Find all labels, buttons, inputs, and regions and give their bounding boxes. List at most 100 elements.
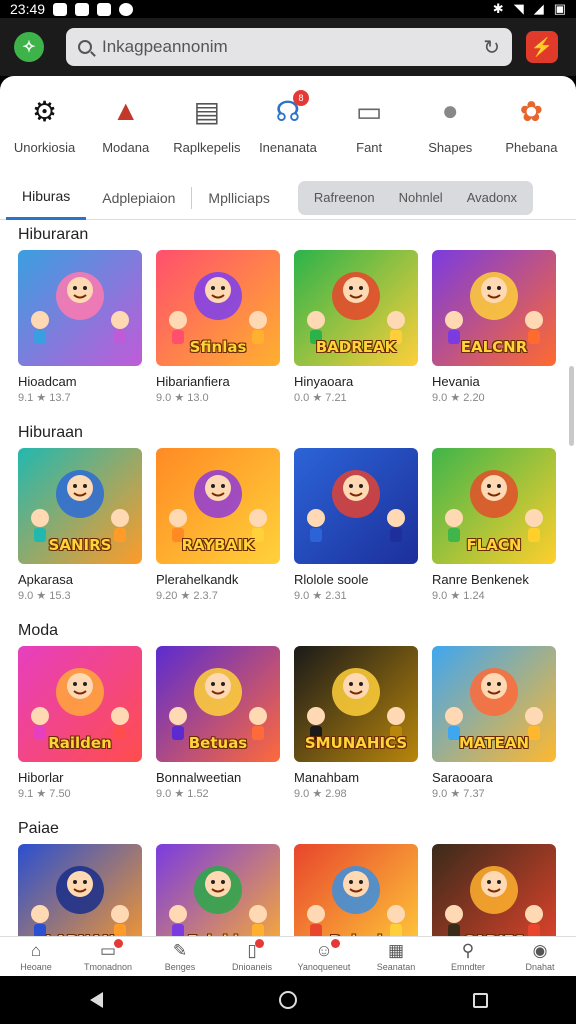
game-card[interactable]: Hioadcam 9.1 ★ 13.7 [18,250,142,404]
bottom-nav-item[interactable]: ◉ Dnahat [507,941,573,972]
game-rating: 0.0 ★ 7.21 [294,392,347,404]
bottom-nav-item[interactable]: ✎ Benges [147,941,213,972]
game-card[interactable]: SMUNAHICS Manahbam 9.0 ★ 2.98 [294,646,418,800]
game-thumbnail[interactable]: SANIRS [18,448,142,564]
back-icon [89,992,103,1008]
game-title: Rlolole soole [294,572,369,587]
game-thumbnail[interactable]: SMUNAHICS [294,646,418,762]
tab-primary-2[interactable]: Mplliciaps [192,176,285,220]
category-label: Phebana [505,140,558,155]
game-thumbnail[interactable] [294,448,418,564]
search-bar[interactable]: ↻ [66,28,512,66]
search-input[interactable] [102,37,484,57]
recents-icon [472,992,488,1008]
category-label: Raplkepelis [173,140,241,155]
game-rating: 9.0 ★ 2.98 [294,788,347,800]
game-title: Saraooara [432,770,493,785]
edit-icon: ✎ [172,941,188,960]
game-thumbnail[interactable]: BADREAK [294,250,418,366]
game-card[interactable]: LABNAN [18,844,142,936]
game-art [307,866,405,936]
category-item[interactable]: ▤ Raplkepelis [166,90,247,172]
game-card[interactable]: EALCNR Hevania 9.0 ★ 2.20 [432,250,556,404]
category-item[interactable]: ● Shapes [410,90,491,172]
category-label: Fant [356,140,383,155]
home-icon: ⌂ [30,941,42,960]
game-thumbnail[interactable]: Sfinlas [156,250,280,366]
game-art [169,866,267,936]
category-item[interactable]: ⚙ Unorkiosia [4,90,85,172]
game-thumbnail[interactable]: RAYBAIK [156,448,280,564]
tab-grouped-2[interactable]: Avadonx [455,181,529,215]
game-thumbnail[interactable]: Betuas [156,646,280,762]
game-thumbnail[interactable]: Railden [18,646,142,762]
headset-icon: ☊ 8 [267,90,309,132]
category-item[interactable]: ▲ Modana [85,90,166,172]
game-card[interactable]: Railden Hiborlar 9.1 ★ 7.50 [18,646,142,800]
game-card[interactable]: Rainal [294,844,418,936]
game-thumbnail[interactable] [18,250,142,366]
category-item[interactable]: ✿ Phebana [491,90,572,172]
recents-button[interactable] [460,980,500,1020]
game-logo-text: BADREAK [315,338,397,356]
category-item[interactable]: ☊ 8 Inenanata [247,90,328,172]
game-card[interactable]: BADREAK Hinyaoara 0.0 ★ 7.21 [294,250,418,404]
game-card[interactable]: Fainide [156,844,280,936]
section-title: Moda [18,622,59,639]
game-rating: 9.1 ★ 13.7 [18,392,71,404]
profile-icon: ◉ [532,941,548,960]
game-card[interactable]: RAYBAIK Plerahelkandk 9.20 ★ 2.3.7 [156,448,280,602]
game-sections: Hiburaran Hioadcam 9.1 ★ 13.7 Sfinlas Hibari… [0,220,576,936]
game-thumbnail[interactable]: MATEAN [432,646,556,762]
game-title: Bonnalweetian [156,770,242,785]
search-icon: ⚲ [461,941,475,960]
brand-menu-button[interactable]: ⚡ [526,31,558,63]
bottom-nav-item[interactable]: ☺ Yanoqueneut [291,939,357,972]
game-thumbnail[interactable]: Fainide [156,844,280,936]
game-thumbnail[interactable]: EALCNR [432,250,556,366]
mail-notification-icon [75,2,90,16]
tab-grouped-0[interactable]: Rafreenon [302,181,387,215]
game-thumbnail[interactable]: FLACN [432,448,556,564]
game-card[interactable]: CADIES [432,844,556,936]
game-logo-text: EALCNR [460,338,528,356]
game-card[interactable]: MATEAN Saraooara 9.0 ★ 7.37 [432,646,556,800]
reload-icon[interactable]: ↻ [483,35,500,60]
tab-group: Rafreenon Nohnlel Avadonx [297,180,534,215]
category-label: Modana [102,140,150,155]
inbox-icon: ▭ [100,939,124,961]
battery-icon: ▣ [553,1,566,16]
tab-primary-1[interactable]: Adplepiaion [86,176,191,220]
game-grid: Railden Hiborlar 9.1 ★ 7.50 Betuas Bonnalwee… [0,646,576,800]
game-thumbnail[interactable]: Rainal [294,844,418,936]
search-icon [78,40,92,54]
game-thumbnail[interactable]: CADIES [432,844,556,936]
mascot-icon: ✿ [519,95,544,127]
bottom-nav-item[interactable]: ▦ Seanatan [363,941,429,972]
home-circle-icon [279,991,297,1009]
bottom-nav-item[interactable]: ▭ Tmonadnon [75,939,141,972]
category-item[interactable]: ▭ Fant [329,90,410,172]
system-nav [0,976,576,1024]
bottom-nav-item[interactable]: ▯ Dnioaneis [219,939,285,972]
bottom-nav-item[interactable]: ⚲ Emndter [435,941,501,972]
game-card[interactable]: Rlolole soole 9.0 ★ 2.31 [294,448,418,602]
bottom-nav-label: Dnioaneis [231,962,273,972]
game-card[interactable]: Sfinlas Hibarianfiera 9.0 ★ 13.0 [156,250,280,404]
game-card[interactable]: FLACN Ranre Benkenek 9.0 ★ 1.24 [432,448,556,602]
app-logo-icon[interactable]: ✧ [14,32,44,62]
scrollbar[interactable] [569,366,574,446]
game-rating: 9.0 ★ 1.52 [156,788,209,800]
app-notification-icon [97,2,112,16]
game-grid: SANIRS Apkarasa 9.0 ★ 15.3 RAYBAIK Plerahelk… [0,448,576,602]
game-thumbnail[interactable]: LABNAN [18,844,142,936]
back-button[interactable] [76,980,116,1020]
game-card[interactable]: SANIRS Apkarasa 9.0 ★ 15.3 [18,448,142,602]
home-button[interactable] [268,980,308,1020]
tab-grouped-1[interactable]: Nohnlel [387,181,455,215]
game-card[interactable]: Betuas Bonnalweetian 9.0 ★ 1.52 [156,646,280,800]
game-art [307,470,405,542]
tab-primary-0[interactable]: Hiburas [6,176,87,220]
bottom-nav-item[interactable]: ⌂ Heoane [3,941,69,972]
